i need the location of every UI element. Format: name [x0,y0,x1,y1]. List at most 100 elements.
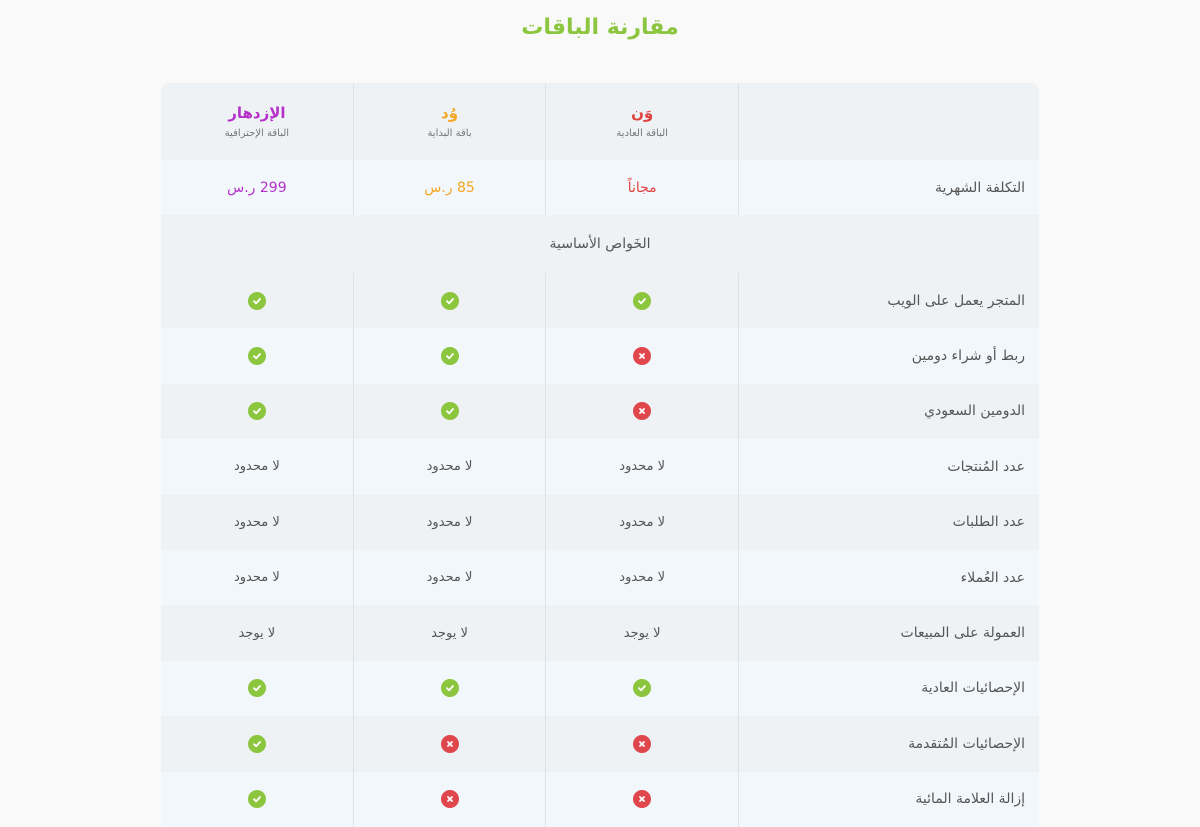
plan-header-izdihar: الإزدهار الباقة الإحترافية [161,83,354,160]
feature-row: عدد الطلبات لا محدود لا محدود لا محدود [161,494,1039,550]
feature-row: المتجر يعمل على الويب [161,273,1039,329]
check-icon [633,679,652,698]
page-title: مقارنة الباقات [521,15,679,40]
feature-value-text: لا محدود [619,514,666,530]
feature-value-text: لا محدود [426,570,473,586]
feature-row: العمولة على المبيعات لا يوجد لا يوجد لا يوج… [161,605,1039,661]
cross-icon [440,790,459,809]
feature-value-cell [546,716,739,772]
check-icon [247,679,266,698]
feature-value-cell: لا يوجد [354,605,547,661]
feature-value-cell [546,273,739,329]
check-icon [440,679,459,698]
feature-value-cell: لا يوجد [546,605,739,661]
feature-label: ربط أو شراء دومين [911,348,1025,365]
feature-value-text: لا محدود [426,514,473,530]
feature-value-cell: لا محدود [161,494,354,550]
feature-value-cell [161,383,354,440]
cross-icon [633,734,652,753]
feature-value-cell [161,328,354,384]
feature-value-text: لا محدود [619,459,666,475]
plan-price: 299 ر.س [227,179,287,196]
feature-value-cell: لا محدود [546,439,739,495]
check-icon [440,291,459,310]
cross-icon [440,734,459,753]
plans-header-row: وَن الباقة العادية وُد باقة البداية الإز… [161,83,1039,160]
feature-row: الإحصائيات المُتقدمة [161,716,1039,772]
feature-value-cell: لا يوجد [161,605,354,661]
feature-value-cell [354,771,547,827]
feature-value-cell [546,328,739,384]
feature-value-cell [546,383,739,440]
check-icon [247,790,266,809]
plan-name: وَن [631,104,654,122]
features-list: المتجر يعمل على الويب ربط أو شراء دومين ال… [161,273,1039,827]
price-row: التكلفة الشهرية مجاناً 85 ر.س 299 ر.س [161,160,1039,215]
feature-row: عدد العُملاء لا محدود لا محدود لا محدود [161,549,1039,606]
plan-subtitle: الباقة العادية [616,128,668,139]
plan-subtitle: باقة البداية [427,128,472,139]
header-empty-cell [739,83,1039,160]
plan-header-wod: وُد باقة البداية [354,83,547,160]
price-cell: 85 ر.س [354,160,547,215]
feature-value-text: لا محدود [619,570,666,586]
cross-icon [633,790,652,809]
feature-value-cell [161,716,354,772]
plan-price: 85 ر.س [424,179,475,196]
feature-value-cell: لا محدود [161,549,354,606]
price-cell: 299 ر.س [161,160,354,215]
feature-value-text: لا محدود [426,459,473,475]
feature-value-cell [354,383,547,440]
feature-value-text: لا محدود [233,514,280,530]
feature-value-text: لا يوجد [431,625,468,641]
cross-icon [633,402,652,421]
feature-value-cell [161,273,354,329]
section-title: الخَواص الأساسية [549,236,651,252]
plan-price: مجاناً [627,179,657,196]
feature-row: الإحصائيات العادية [161,660,1039,717]
price-cell: مجاناً [546,160,739,215]
feature-value-cell: لا محدود [546,494,739,550]
feature-value-cell [354,716,547,772]
feature-value-cell [354,273,547,329]
comparison-table: وَن الباقة العادية وُد باقة البداية الإز… [161,83,1039,827]
feature-row: إزالة العلامة المائية [161,771,1039,827]
feature-value-cell [354,328,547,384]
feature-value-cell: لا محدود [354,494,547,550]
feature-row: ربط أو شراء دومين [161,328,1039,384]
check-icon [247,291,266,310]
check-icon [633,291,652,310]
feature-label: الإحصائيات العادية [921,680,1025,697]
feature-row: عدد المُنتجات لا محدود لا محدود لا محدود [161,439,1039,495]
cross-icon [633,347,652,366]
check-icon [247,347,266,366]
feature-label: العمولة على المبيعات [900,625,1025,642]
feature-value-text: لا يوجد [238,625,276,641]
feature-value-cell: لا محدود [546,549,739,606]
feature-label: عدد المُنتجات [947,458,1025,475]
feature-value-text: لا محدود [233,459,280,475]
feature-value-text: لا يوجد [623,625,661,641]
feature-value-text: لا محدود [233,570,280,586]
price-row-label: التكلفة الشهرية [934,179,1025,196]
plan-subtitle: الباقة الإحترافية [224,128,290,139]
feature-value-cell: لا محدود [354,439,547,495]
feature-value-cell [354,660,547,717]
feature-value-cell [546,660,739,717]
feature-row: الدومين السعودي [161,383,1039,440]
check-icon [247,734,266,753]
feature-value-cell [546,771,739,827]
feature-value-cell: لا محدود [161,439,354,495]
section-header-row: الخَواص الأساسية [161,215,1039,273]
feature-label: عدد الطلبات [952,514,1025,531]
plan-name: وُد [441,104,459,122]
plan-header-one: وَن الباقة العادية [546,83,739,160]
feature-label: عدد العُملاء [960,569,1025,586]
feature-value-cell [161,660,354,717]
check-icon [440,347,459,366]
feature-label: المتجر يعمل على الويب [887,292,1025,309]
check-icon [247,402,266,421]
plan-name: الإزدهار [228,104,286,122]
feature-value-cell [161,771,354,827]
feature-value-cell: لا محدود [354,549,547,606]
